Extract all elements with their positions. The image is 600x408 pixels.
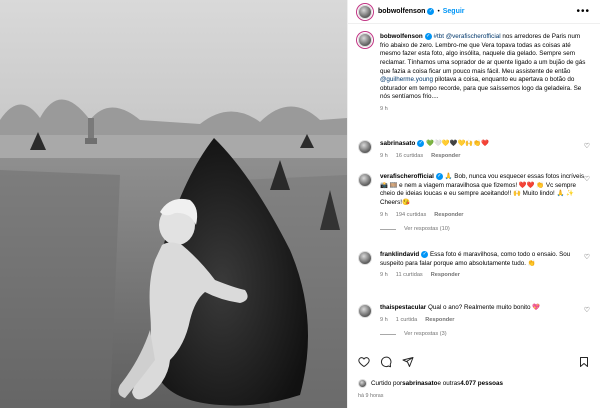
comment-time: 9 h (380, 152, 388, 159)
caption-body: bobwolfenson ✓ #tbt @verafischerofficial … (380, 33, 590, 114)
comment-avatar[interactable] (358, 140, 372, 154)
comment-likes[interactable]: 16 curtidas (396, 152, 423, 161)
verified-badge-icon: ✓ (417, 140, 425, 147)
view-replies-line (380, 333, 396, 335)
comment-avatar[interactable] (358, 251, 372, 265)
action-bar (358, 354, 590, 370)
comment-item: sabrinasato ✓ 💚🤍💛🖤💛🙌👏❤️ 9 h 16 curtidas R… (348, 140, 600, 160)
comment-username[interactable]: sabrinasato (380, 140, 415, 147)
comment-time: 9 h (380, 316, 388, 323)
liked-by-avatar[interactable] (358, 379, 367, 388)
caption-username[interactable]: bobwolfenson (380, 33, 423, 40)
comment-heart-icon[interactable]: ♡ (584, 306, 590, 314)
comment-avatar[interactable] (358, 304, 372, 318)
comment-item: franklindavid ✓ Essa foto é maravilhosa, … (348, 251, 600, 280)
bookmark-icon[interactable] (578, 356, 590, 368)
reply-button[interactable]: Responder (431, 152, 460, 161)
caption: bobwolfenson ✓ #tbt @verafischerofficial … (348, 33, 600, 114)
comment-heart-icon[interactable]: ♡ (584, 253, 590, 261)
comment-avatar[interactable] (358, 173, 372, 187)
header-separator: • (437, 8, 440, 15)
comment-time: 9 h (380, 211, 388, 218)
verified-badge-icon: ✓ (421, 251, 429, 258)
caption-avatar[interactable] (358, 33, 372, 47)
author-avatar[interactable] (358, 4, 372, 19)
comment-heart-icon[interactable]: ♡ (584, 175, 590, 183)
caption-time: 9 h (380, 105, 388, 112)
comment-icon[interactable] (380, 356, 392, 368)
liked-count[interactable]: 4.077 pessoas (460, 380, 503, 387)
more-options-icon[interactable]: ••• (576, 6, 590, 16)
comment-username[interactable]: franklindavid (380, 251, 419, 258)
comment-username[interactable]: verafischerofficial (380, 173, 434, 180)
comment-likes[interactable]: 194 curtidas (396, 211, 426, 220)
heart-icon[interactable] (358, 356, 370, 368)
post-modal: bobwolfenson ✓ • Seguir ••• bobwolfenson… (0, 0, 600, 408)
reply-button[interactable]: Responder (431, 271, 460, 280)
view-replies-label: Ver respostas (3) (404, 331, 447, 338)
comment-likes[interactable]: 11 curtidas (396, 271, 423, 280)
comment-username[interactable]: thaispestacular (380, 304, 426, 311)
author-username[interactable]: bobwolfenson (378, 8, 425, 15)
photo-illustration (0, 0, 347, 408)
comment-text: Qual o ano? Realmente muito bonito 💖 (427, 304, 541, 311)
reply-button[interactable]: Responder (425, 316, 454, 325)
comment-body: thaispestacular Qual o ano? Realmente mu… (380, 304, 590, 339)
comment-item: verafischerofficial ✓ 🙏 Bob, nunca vou es… (348, 173, 600, 234)
caption-mention[interactable]: @verafischerofficial (446, 33, 501, 40)
view-replies-label: Ver respostas (10) (404, 226, 450, 233)
comment-time: 9 h (380, 272, 388, 279)
comment-body: franklindavid ✓ Essa foto é maravilhosa, … (380, 251, 590, 280)
post-header: bobwolfenson ✓ • Seguir ••• (348, 0, 600, 24)
caption-mention-2[interactable]: @guilherme.young (380, 76, 433, 83)
liked-by: Curtido por sabrinasato e outras 4.077 p… (358, 379, 503, 388)
view-replies-line (380, 228, 396, 230)
comment-heart-icon[interactable]: ♡ (584, 142, 590, 150)
verified-badge-icon: ✓ (435, 173, 443, 180)
liked-by-prefix: Curtido por (371, 380, 403, 387)
comment-text: 💚🤍💛🖤💛🙌👏❤️ (426, 140, 489, 148)
liked-by-suffix: e outras (437, 380, 461, 387)
liked-by-user[interactable]: sabrinasato (402, 380, 437, 387)
post-sidebar: bobwolfenson ✓ • Seguir ••• bobwolfenson… (347, 0, 600, 408)
comment-body: sabrinasato ✓ 💚🤍💛🖤💛🙌👏❤️ 9 h 16 curtidas R… (380, 140, 590, 160)
view-replies-button[interactable]: Ver respostas (3) (380, 330, 590, 339)
comments-list[interactable]: bobwolfenson ✓ #tbt @verafischerofficial … (348, 25, 600, 351)
post-photo[interactable] (0, 0, 347, 408)
share-icon[interactable] (402, 356, 414, 368)
verified-badge-icon: ✓ (427, 8, 435, 15)
comment-likes[interactable]: 1 curtida (396, 316, 417, 325)
post-time: há 9 horas (358, 393, 384, 399)
comment-item: thaispestacular Qual o ano? Realmente mu… (348, 304, 600, 339)
follow-button[interactable]: Seguir (443, 8, 465, 15)
caption-hashtag[interactable]: #tbt (433, 33, 444, 40)
verified-badge-icon: ✓ (424, 33, 432, 40)
view-replies-button[interactable]: Ver respostas (10) (380, 225, 590, 234)
reply-button[interactable]: Responder (434, 211, 463, 220)
comment-body: verafischerofficial ✓ 🙏 Bob, nunca vou es… (380, 173, 590, 234)
